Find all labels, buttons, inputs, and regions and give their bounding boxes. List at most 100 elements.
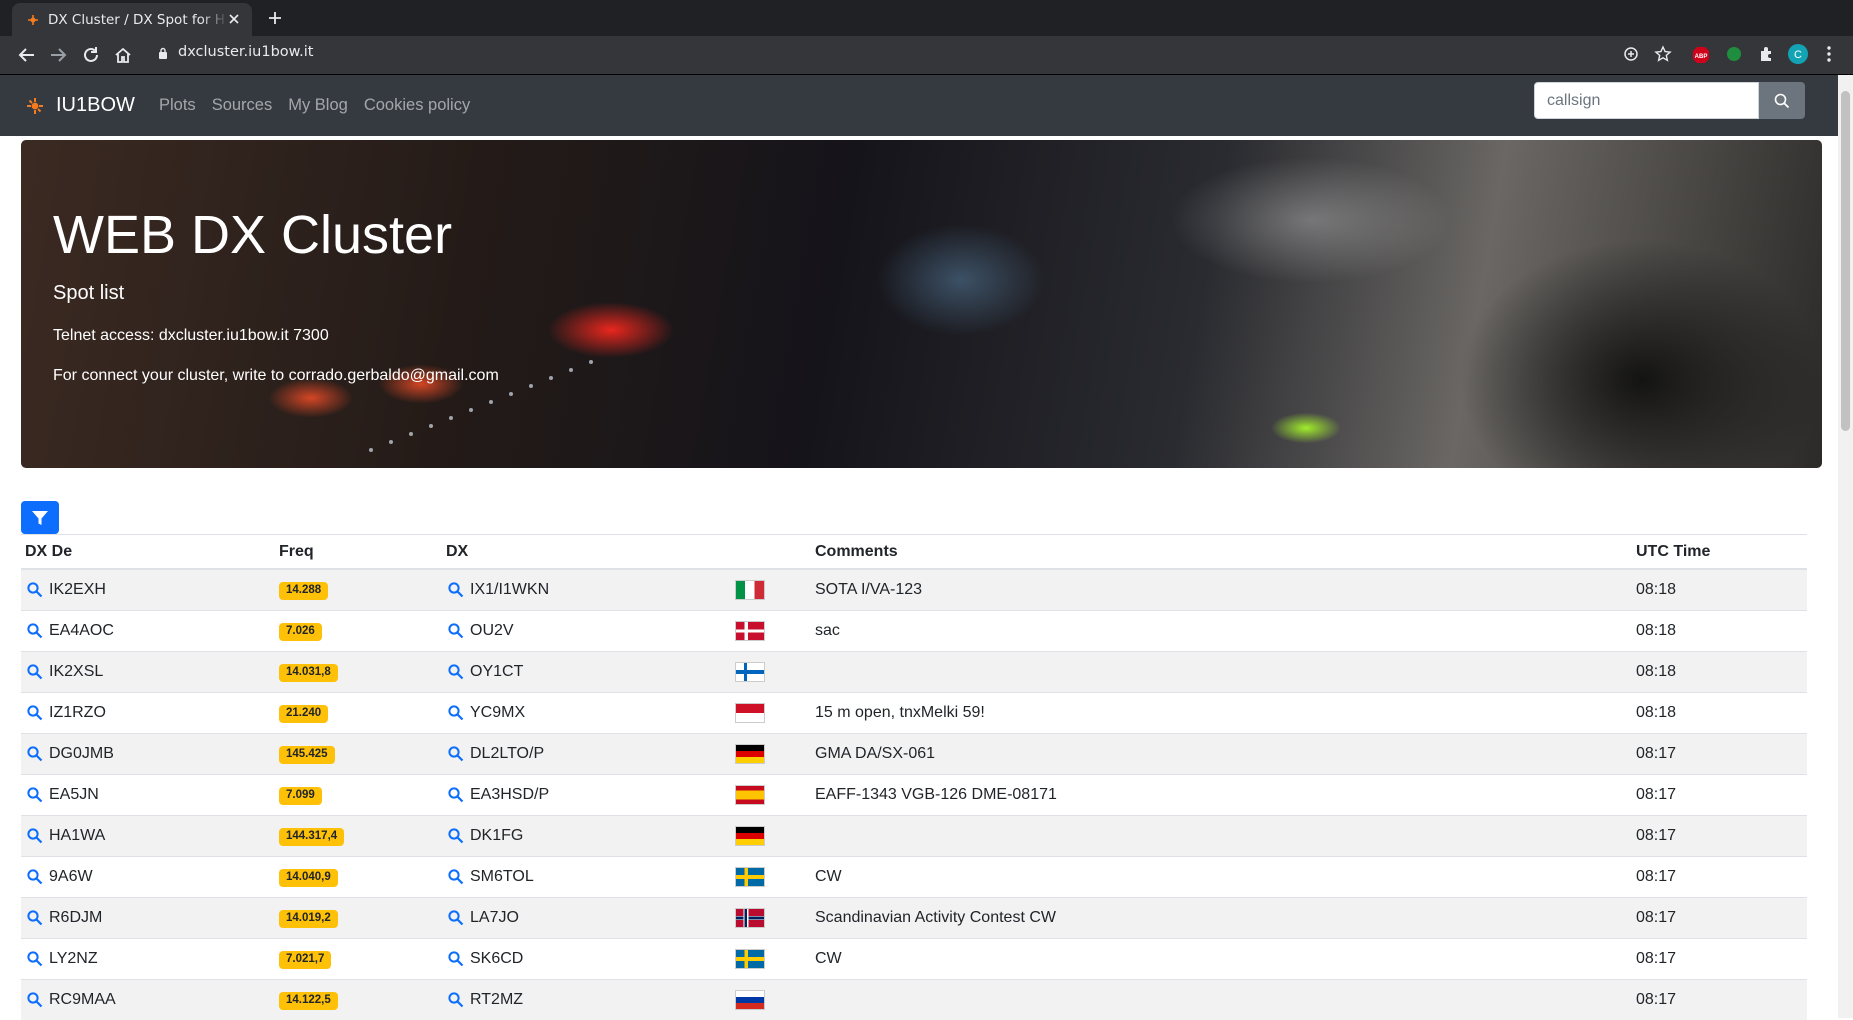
dx-callsign[interactable]: SK6CD (470, 950, 523, 967)
table-row: 9A6W14.040,9SM6TOLCW08:17 (21, 857, 1807, 898)
filter-button[interactable] (21, 501, 59, 534)
search-callsign-icon[interactable] (448, 951, 464, 967)
search-callsign-icon[interactable] (448, 869, 464, 885)
antenna-favicon-icon (26, 13, 40, 27)
search-callsign-icon[interactable] (27, 787, 43, 803)
search-callsign-icon[interactable] (448, 992, 464, 1008)
dx-callsign[interactable]: YC9MX (470, 704, 525, 721)
comment-cell: EAFF-1343 VGB-126 DME-08171 (811, 775, 1632, 816)
lock-icon[interactable] (158, 47, 168, 59)
utc-time-cell: 08:17 (1632, 898, 1807, 939)
dx-de-callsign[interactable]: DG0JMB (49, 745, 114, 762)
search-callsign-icon[interactable] (27, 664, 43, 680)
search-callsign-icon[interactable] (27, 582, 43, 598)
search-callsign-icon[interactable] (448, 623, 464, 639)
dx-callsign[interactable]: DK1FG (470, 827, 523, 844)
dx-callsign[interactable]: IX1/I1WKN (470, 581, 549, 598)
green-extension-icon[interactable] (1726, 46, 1742, 62)
search-callsign-icon[interactable] (27, 951, 43, 967)
search-callsign-icon[interactable] (448, 787, 464, 803)
profile-avatar-icon[interactable]: C (1788, 44, 1808, 64)
search-button[interactable] (1759, 82, 1805, 119)
page-scrollbar[interactable] (1838, 75, 1853, 1018)
dx-de-cell: IK2EXH (21, 569, 275, 611)
dx-de-callsign[interactable]: 9A6W (49, 868, 93, 885)
svg-text:ABP: ABP (1695, 54, 1708, 60)
dx-callsign[interactable]: SM6TOL (470, 868, 534, 885)
forward-icon[interactable] (47, 44, 69, 66)
extensions-puzzle-icon[interactable] (1758, 45, 1776, 63)
flag-cell (709, 611, 811, 652)
dx-de-cell: DG0JMB (21, 734, 275, 775)
flag-cell (709, 652, 811, 693)
dx-callsign[interactable]: LA7JO (470, 909, 519, 926)
search-callsign-icon[interactable] (448, 705, 464, 721)
flag-cell (709, 569, 811, 611)
add-page-icon[interactable] (1622, 45, 1640, 63)
search-callsign-icon[interactable] (448, 664, 464, 680)
dx-de-cell: R6DJM (21, 898, 275, 939)
close-tab-icon[interactable] (226, 11, 242, 27)
dx-callsign[interactable]: RT2MZ (470, 991, 523, 1008)
dx-cell: RT2MZ (442, 980, 709, 1020)
nav-link-plots[interactable]: Plots (159, 96, 196, 115)
utc-time-cell: 08:18 (1632, 693, 1807, 734)
search-callsign-icon[interactable] (27, 869, 43, 885)
comment-cell: CW (811, 939, 1632, 980)
dx-de-callsign[interactable]: R6DJM (49, 909, 102, 926)
browser-tab[interactable]: DX Cluster / DX Spot for H (12, 3, 252, 36)
russia-flag-icon (735, 990, 765, 1010)
col-header-comments: Comments (811, 535, 1632, 570)
adblock-extension-icon[interactable]: ABP (1692, 46, 1710, 64)
search-callsign-icon[interactable] (27, 746, 43, 762)
denmark-flag-icon (735, 621, 765, 641)
dx-de-callsign[interactable]: EA4AOC (49, 622, 114, 639)
search-callsign-icon[interactable] (27, 828, 43, 844)
italy-flag-icon (735, 580, 765, 600)
back-icon[interactable] (16, 44, 38, 66)
dx-callsign[interactable]: OY1CT (470, 663, 523, 680)
dx-de-callsign[interactable]: HA1WA (49, 827, 105, 844)
dx-cell: LA7JO (442, 898, 709, 939)
comment-cell: Scandinavian Activity Contest CW (811, 898, 1632, 939)
col-header-dx-de: DX De (21, 535, 275, 570)
scrollbar-thumb[interactable] (1841, 91, 1850, 431)
home-icon[interactable] (112, 44, 134, 66)
dx-de-callsign[interactable]: EA5JN (49, 786, 99, 803)
browser-menu-icon[interactable] (1826, 45, 1832, 63)
search-callsign-icon[interactable] (448, 746, 464, 762)
nav-link-sources[interactable]: Sources (212, 96, 273, 115)
freq-cell: 145.425 (275, 734, 442, 775)
contact-info: For connect your cluster, write to corra… (53, 367, 499, 385)
dx-de-callsign[interactable]: IZ1RZO (49, 704, 106, 721)
search-callsign-icon[interactable] (448, 582, 464, 598)
spain-flag-icon (735, 785, 765, 805)
brand[interactable]: IU1BOW (26, 94, 135, 117)
freq-badge: 14.288 (279, 582, 328, 600)
nav-link-cookies-policy[interactable]: Cookies policy (364, 96, 470, 115)
search-callsign-icon[interactable] (27, 910, 43, 926)
browser-toolbar: dxcluster.iu1bow.it ABP C (0, 36, 1853, 75)
callsign-search-input[interactable] (1534, 82, 1759, 119)
bookmark-star-icon[interactable] (1654, 45, 1672, 63)
dx-de-callsign[interactable]: RC9MAA (49, 991, 116, 1008)
dx-cell: IX1/I1WKN (442, 569, 709, 611)
search-callsign-icon[interactable] (27, 992, 43, 1008)
dx-de-cell: IK2XSL (21, 652, 275, 693)
dx-de-callsign[interactable]: LY2NZ (49, 950, 98, 967)
search-callsign-icon[interactable] (448, 828, 464, 844)
search-callsign-icon[interactable] (448, 910, 464, 926)
comment-cell: CW (811, 857, 1632, 898)
dx-de-callsign[interactable]: IK2EXH (49, 581, 106, 598)
nav-link-my-blog[interactable]: My Blog (288, 96, 348, 115)
dx-de-callsign[interactable]: IK2XSL (49, 663, 103, 680)
dx-callsign[interactable]: DL2LTO/P (470, 745, 544, 762)
address-bar-url[interactable]: dxcluster.iu1bow.it (178, 44, 314, 60)
dx-callsign[interactable]: EA3HSD/P (470, 786, 549, 803)
dx-callsign[interactable]: OU2V (470, 622, 514, 639)
reload-icon[interactable] (80, 44, 102, 66)
search-callsign-icon[interactable] (27, 623, 43, 639)
new-tab-icon[interactable] (266, 9, 284, 27)
search-callsign-icon[interactable] (27, 705, 43, 721)
freq-cell: 7.021,7 (275, 939, 442, 980)
